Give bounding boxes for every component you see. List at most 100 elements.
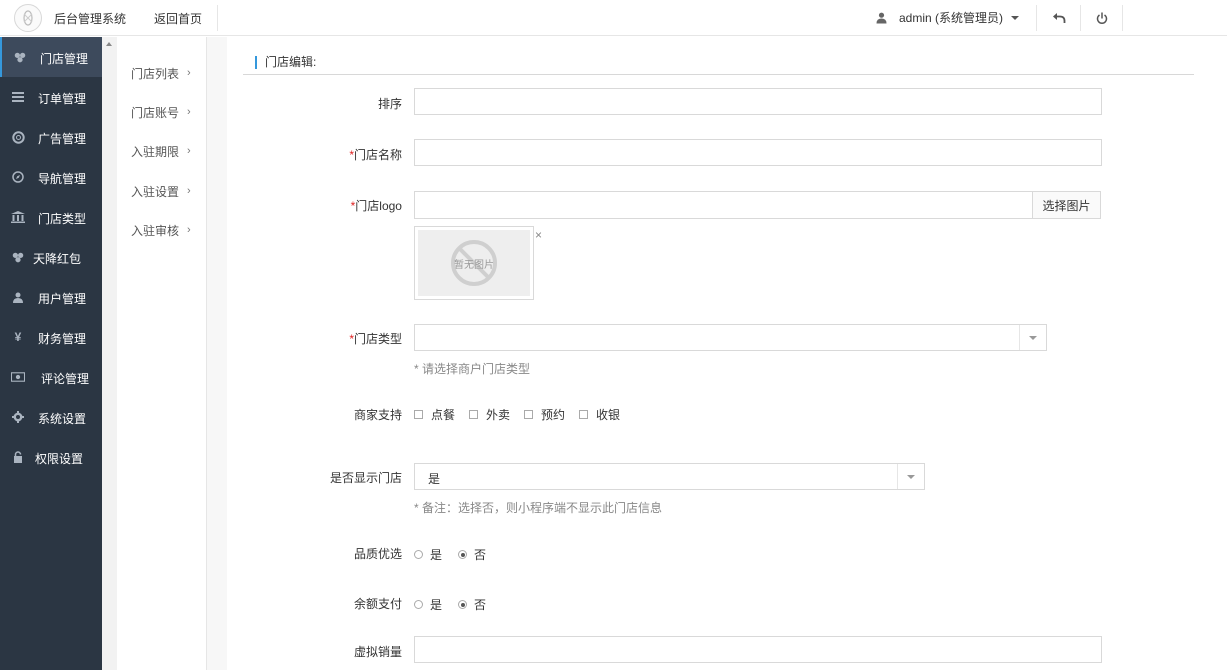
quality-pick-label: 品质优选: [353, 547, 402, 561]
app-title: 后台管理系统: [54, 12, 127, 26]
sidebar-item-stores[interactable]: 门店管理: [0, 37, 102, 77]
subnav-item-store-accounts[interactable]: 门店账号 ›: [131, 102, 201, 122]
sidebar-item-label: 天降红包: [33, 252, 82, 266]
sidebar-item-finance[interactable]: ¥ 财务管理: [0, 317, 102, 357]
logo[interactable]: [14, 4, 42, 32]
no-image-text: 暂无图片: [454, 259, 494, 271]
support-checkbox-cashier[interactable]: [579, 410, 589, 419]
sub-navigation: 门店列表 › 门店账号 › 入驻期限 › 入驻设置 › 入驻审核 ›: [117, 37, 207, 670]
sort-input[interactable]: [414, 88, 1102, 115]
user-icon: [876, 12, 887, 23]
support-checkbox-takeout[interactable]: [469, 410, 479, 419]
checkbox-label: 预约: [541, 408, 566, 422]
sidebar-item-label: 财务管理: [38, 332, 87, 346]
support-checkbox-order[interactable]: [414, 410, 423, 419]
store-type-dropdown[interactable]: [1019, 325, 1046, 350]
pick-image-button[interactable]: 选择图片: [1032, 191, 1101, 219]
chevron-down-icon: [1029, 335, 1037, 340]
subnav-item-store-list[interactable]: 门店列表 ›: [131, 63, 201, 83]
bank-icon: [11, 210, 25, 224]
subnav-item-label: 门店账号: [131, 105, 180, 120]
scroll-up-icon[interactable]: [106, 42, 112, 46]
divider: [1122, 5, 1123, 31]
divider: [243, 74, 1194, 75]
store-logo-label: *门店logo: [350, 199, 402, 213]
remove-image-button[interactable]: ×: [535, 228, 542, 242]
sidebar-item-label: 权限设置: [35, 452, 84, 466]
undo-icon: [1053, 13, 1066, 23]
subnav-item-entry-period[interactable]: 入驻期限 ›: [131, 141, 201, 161]
show-store-dropdown[interactable]: [897, 464, 924, 489]
subnav-item-label: 入驻审核: [131, 223, 180, 238]
sidebar-item-label: 系统设置: [38, 412, 87, 426]
sidebar-item-label: 用户管理: [38, 292, 87, 306]
chevron-down-icon: [907, 474, 915, 479]
store-logo-input[interactable]: [414, 191, 1033, 219]
sidebar-item-label: 评论管理: [41, 372, 90, 386]
support-checkbox-booking[interactable]: [524, 410, 534, 419]
user-icon: [11, 290, 25, 304]
logo-preview: 暂无图片: [414, 226, 534, 300]
checkbox-label: 收银: [596, 408, 621, 422]
sidebar-item-label: 广告管理: [38, 132, 87, 146]
divider: [1080, 5, 1081, 31]
user-name: admin (系统管理员): [899, 11, 1004, 25]
chevron-down-icon: [1011, 15, 1020, 20]
money-icon: [11, 370, 25, 384]
chevron-right-icon: ›: [187, 224, 191, 236]
show-store-label: 是否显示门店: [329, 471, 402, 485]
show-store-select[interactable]: 是: [414, 463, 925, 490]
sidebar-item-ads[interactable]: 广告管理: [0, 117, 102, 157]
virtual-sales-input[interactable]: [414, 636, 1102, 663]
top-bar: 后台管理系统 返回首页 admin (系统管理员): [0, 0, 1227, 36]
merchant-support-label: 商家支持: [353, 408, 402, 422]
lifebuoy-icon: [11, 130, 25, 144]
store-name-input[interactable]: [414, 139, 1102, 166]
chevron-right-icon: ›: [187, 106, 191, 118]
store-type-select[interactable]: [414, 324, 1047, 351]
sort-label: 排序: [377, 97, 402, 111]
logout-button[interactable]: [1093, 9, 1111, 27]
subnav-item-label: 门店列表: [131, 66, 180, 81]
divider: [1036, 5, 1037, 31]
store-type-hint: * 请选择商户门店类型: [414, 362, 531, 376]
logo-icon: [23, 10, 33, 26]
chevron-right-icon: ›: [187, 67, 191, 79]
divider: [217, 5, 218, 31]
sidebar-item-users[interactable]: 用户管理: [0, 277, 102, 317]
balance-radio-no[interactable]: [458, 600, 468, 609]
back-button[interactable]: [1050, 9, 1068, 27]
subnav-item-entry-settings[interactable]: 入驻设置 ›: [131, 181, 201, 201]
quality-radio-no[interactable]: [458, 550, 468, 559]
lock-icon: [11, 450, 25, 464]
logo-placeholder: 暂无图片: [418, 230, 530, 296]
yen-icon: ¥: [14, 330, 22, 344]
sidebar: 门店管理 订单管理 广告管理 导航管理 门店类型 天降红包 用户管理 ¥ 财务管…: [0, 37, 102, 670]
section-title: 门店编辑:: [255, 56, 316, 69]
radio-label: 否: [474, 548, 487, 562]
quality-radio-yes[interactable]: [414, 550, 423, 559]
sidebar-item-navigation[interactable]: 导航管理: [0, 157, 102, 197]
checkbox-label: 外卖: [486, 408, 511, 422]
balance-pay-label: 余额支付: [353, 597, 402, 611]
sidebar-item-permissions[interactable]: 权限设置: [0, 437, 102, 477]
content-gutter: [207, 37, 227, 670]
stores-icon: [13, 50, 27, 64]
subnav-item-entry-review[interactable]: 入驻审核 ›: [131, 220, 201, 240]
sidebar-item-store-types[interactable]: 门店类型: [0, 197, 102, 237]
sidebar-item-label: 门店管理: [40, 52, 89, 66]
sidebar-item-red-packet[interactable]: 天降红包: [0, 237, 102, 277]
balance-radio-yes[interactable]: [414, 600, 423, 609]
merchant-support-options: 点餐 外卖 预约 收银: [414, 406, 634, 423]
redpacket-icon: [11, 250, 25, 264]
sidebar-item-comments[interactable]: 评论管理: [0, 357, 102, 397]
sidebar-scrollbar[interactable]: [102, 37, 117, 670]
compass-icon: [11, 170, 25, 184]
home-link[interactable]: 返回首页: [154, 10, 202, 27]
sidebar-item-label: 门店类型: [38, 212, 87, 226]
sidebar-item-orders[interactable]: 订单管理: [0, 77, 102, 117]
sidebar-item-settings[interactable]: 系统设置: [0, 397, 102, 437]
radio-label: 否: [474, 598, 487, 612]
user-menu[interactable]: admin (系统管理员): [876, 9, 1020, 26]
subnav-item-label: 入驻期限: [131, 144, 180, 159]
